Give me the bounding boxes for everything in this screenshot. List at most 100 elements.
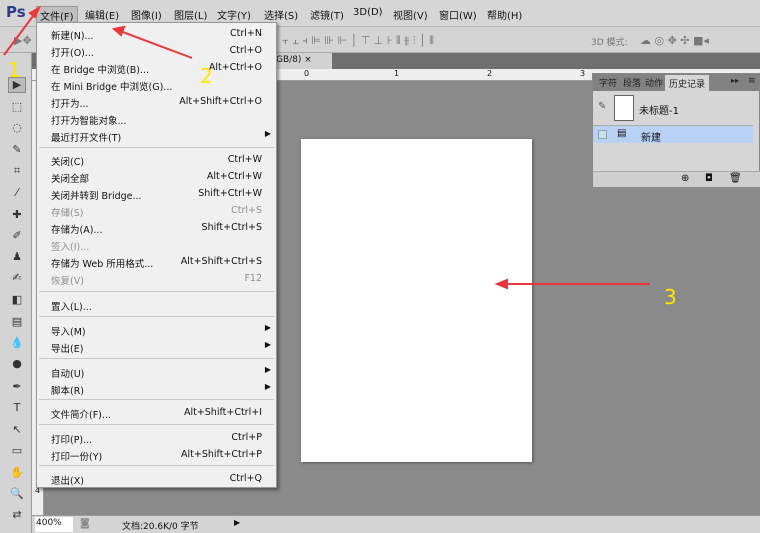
file-menu-item[interactable]: 退出(X) Ctrl+Q [37,470,276,487]
brush-source-icon[interactable]: ✎ [598,101,606,112]
submenu-arrow-icon: ▶ [264,323,271,332]
menu-item-label: 关闭(C) [51,157,85,168]
align-icons[interactable]: ⫟ ⫠ ⫞ ⊫ ⊪ ⊩ │ ⊤ ⊥ ⊦ ⫴ ⫵ ⫶ │ ⦀ [282,34,434,48]
dodge-tool-icon[interactable]: ● [8,357,26,373]
file-menu-item[interactable]: 打开为智能对象... [37,110,276,127]
blur-tool-icon[interactable]: 💧 [8,336,26,352]
file-menu-item[interactable]: 导入(M) ▶ [37,321,276,338]
file-menu-item[interactable]: 打开为... Alt+Shift+Ctrl+O [37,93,276,110]
menu-7[interactable]: 3D(D) [350,6,386,19]
file-menu-item[interactable]: 签入(I)... [37,236,276,253]
close-tab-icon[interactable]: × [304,55,312,65]
menu-separator [39,147,274,148]
file-menu-item[interactable]: 自动(U) ▶ [37,363,276,380]
file-menu-item[interactable]: 打开(O)... Ctrl+O [37,42,276,59]
file-menu-item[interactable]: 存储为 Web 所用格式... Alt+Shift+Ctrl+S [37,253,276,270]
panel-menu-icon[interactable]: ≡ [748,76,756,86]
state-checkbox[interactable] [598,130,607,139]
type-tool-icon[interactable]: T [8,401,26,417]
quick-select-icon[interactable]: ✎ [8,143,26,159]
menu-item-label: 打开为智能对象... [51,116,127,127]
menu-4[interactable]: 文字(Y) [214,6,254,23]
menu-item-shortcut: Shift+Ctrl+W [198,188,262,199]
new-document-icon[interactable]: ⊕ [681,173,689,184]
submenu-arrow-icon: ▶ [264,340,271,349]
tab-character[interactable]: 字符 [599,76,617,89]
file-menu-item[interactable]: 导出(E) ▶ [37,338,276,355]
marquee-tool-icon[interactable]: ⬚ [8,100,26,116]
menu-1[interactable]: 编辑(E) [82,6,122,23]
history-brush-icon[interactable]: ✍ [8,271,26,287]
file-menu-item[interactable]: 打印一份(Y) Alt+Shift+Ctrl+P [37,446,276,463]
zoom-tool-icon[interactable]: 🔍 [8,487,26,503]
document-tab[interactable]: GB/8) × [272,53,332,69]
file-menu-item[interactable]: 关闭全部 Alt+Ctrl+W [37,168,276,185]
file-menu-item[interactable]: 在 Mini Bridge 中浏览(G)... [37,76,276,93]
file-menu-item[interactable]: 关闭(C) Ctrl+W [37,151,276,168]
trash-icon[interactable]: 🗑 [729,173,742,184]
stamp-tool-icon[interactable]: ♟ [8,250,26,266]
tools-panel: ▶ ⬚ ◌ ✎ ⌗ ⁄ ✚ ✐ ♟ ✍ ◧ ▤ 💧 ● ✒ T ↖ ▭ ✋ 🔍 … [0,53,32,533]
status-icon[interactable]: ◙ [80,518,90,529]
document-icon: ▤ [617,128,627,139]
file-menu-item[interactable]: 存储(S) Ctrl+S [37,202,276,219]
tab-paragraph[interactable]: 段落 [623,76,641,89]
file-menu-item[interactable]: 恢复(V) F12 [37,270,276,287]
menu-2[interactable]: 图像(I) [128,6,165,23]
menu-item-label: 打印一份(Y) [51,452,103,463]
ruler-label: 2 [487,69,493,78]
file-menu-item[interactable]: 在 Bridge 中浏览(B)... Alt+Ctrl+O [37,59,276,76]
document-canvas[interactable] [301,139,532,462]
menu-item-shortcut: Alt+Shift+Ctrl+S [180,256,262,267]
menu-item-label: 最近打开文件(T) [51,133,122,144]
menu-6[interactable]: 滤镜(T) [307,6,347,23]
3d-mode-label: 3D 模式: [591,38,628,48]
move-tool-icon[interactable]: ▶✥ [14,34,32,47]
menu-separator [39,316,274,317]
submenu-arrow-icon: ▶ [264,382,271,391]
menu-5[interactable]: 选择(S) [261,6,301,23]
document-info: 文档:20.6K/0 字节 [122,522,199,532]
menu-10[interactable]: 帮助(H) [484,6,525,23]
history-state[interactable]: ▤ 新建 [593,125,753,144]
3d-tools-icons[interactable]: ☁ ◎ ✥ ✣ ■◂ [640,34,709,47]
menu-item-label: 在 Mini Bridge 中浏览(G)... [51,82,173,93]
file-menu-item[interactable]: 存储为(A)... Shift+Ctrl+S [37,219,276,236]
brush-tool-icon[interactable]: ✐ [8,229,26,245]
menu-item-label: 导入(M) [51,327,86,338]
tab-history[interactable]: 历史记录 [665,75,710,91]
hand-tool-icon[interactable]: ✋ [8,466,26,482]
file-menu-item[interactable]: 置入(L)... [37,296,276,313]
eyedropper-icon[interactable]: ⁄ [8,186,26,202]
history-snapshot[interactable]: ✎ 未标题-1 [593,92,753,124]
eraser-icon[interactable]: ◧ [8,293,26,309]
gradient-tool-icon[interactable]: ▤ [8,315,26,331]
swap-colors-icon[interactable]: ⇄ [8,508,26,524]
menu-item-label: 自动(U) [51,369,85,380]
tab-actions[interactable]: 动作 [645,76,663,89]
file-menu-item[interactable]: 脚本(R) ▶ [37,380,276,397]
healing-brush-icon[interactable]: ✚ [8,208,26,224]
crop-tool-icon[interactable]: ⌗ [8,164,26,180]
status-menu-arrow-icon[interactable]: ▶ [234,518,240,527]
file-menu-item[interactable]: 最近打开文件(T) ▶ [37,127,276,144]
path-select-icon[interactable]: ↖ [8,423,26,439]
menu-8[interactable]: 视图(V) [390,6,431,23]
menu-3[interactable]: 图层(L) [171,6,210,23]
file-menu-item[interactable]: 关闭并转到 Bridge... Shift+Ctrl+W [37,185,276,202]
tab-label: GB/8) [276,55,302,65]
file-menu-item[interactable]: 文件简介(F)... Alt+Shift+Ctrl+I [37,404,276,421]
menu-9[interactable]: 窗口(W) [436,6,480,23]
file-menu-item[interactable]: 打印(P)... Ctrl+P [37,429,276,446]
menu-item-label: 关闭全部 [51,174,90,185]
collapse-icon[interactable]: ▸▸ [731,76,739,85]
lasso-tool-icon[interactable]: ◌ [8,121,26,137]
zoom-field[interactable]: 400% [35,517,73,532]
shape-tool-icon[interactable]: ▭ [8,444,26,460]
menu-item-shortcut: Alt+Ctrl+O [208,62,262,73]
file-menu-item[interactable]: 新建(N)... Ctrl+N [37,25,276,42]
pen-tool-icon[interactable]: ✒ [8,380,26,396]
camera-icon[interactable]: ◘ [705,173,713,184]
menu-item-shortcut: Ctrl+S [231,205,262,216]
menu-item-label: 置入(L)... [51,302,92,313]
